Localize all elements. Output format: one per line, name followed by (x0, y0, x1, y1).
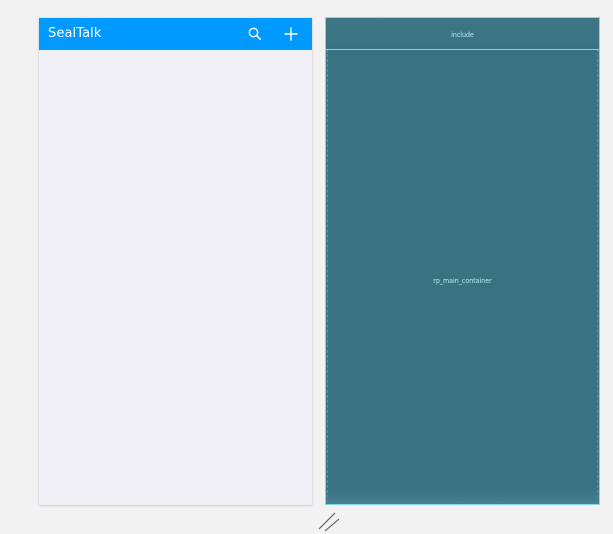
app-title: SealTalk (48, 26, 102, 41)
include-label: include (451, 31, 474, 39)
blueprint-view[interactable]: include rp_main_container (325, 17, 600, 505)
layout-preview: SealTalk (39, 18, 312, 505)
add-button[interactable] (283, 26, 299, 42)
resize-handle-icon (318, 512, 340, 532)
search-icon (248, 27, 261, 40)
blueprint-bottom-shade (326, 488, 599, 504)
main-container-block[interactable]: rp_main_container (326, 50, 599, 504)
search-button[interactable] (247, 26, 263, 42)
include-block[interactable]: include (326, 18, 599, 50)
main-container-label: rp_main_container (433, 277, 492, 285)
resize-handle[interactable] (317, 511, 341, 533)
plus-icon (284, 27, 298, 41)
app-toolbar: SealTalk (39, 18, 312, 50)
